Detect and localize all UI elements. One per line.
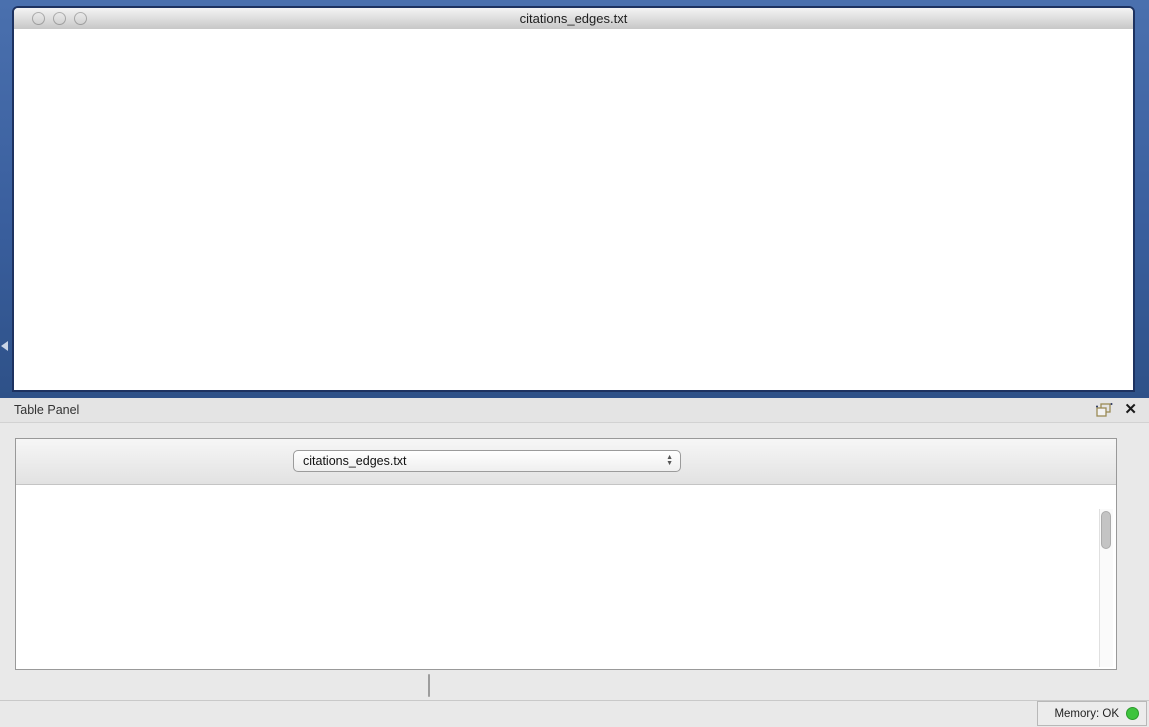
table-body [17,507,1097,668]
minimize-window-icon[interactable] [53,12,66,25]
table-scrollbar[interactable] [1099,509,1113,667]
table-panel: Table Panel ✕ citations_edges.txt ▲▼ Mem… [0,398,1149,727]
close-panel-icon[interactable]: ✕ [1124,400,1137,418]
table-toolbar: citations_edges.txt ▲▼ [16,439,1116,485]
zoom-window-icon[interactable] [74,12,87,25]
close-window-icon[interactable] [32,12,45,25]
scrollbar-thumb[interactable] [1101,511,1111,549]
dropdown-stepper-icon: ▲▼ [666,455,673,467]
memory-ok-icon [1126,707,1139,720]
network-canvas[interactable] [14,29,1133,390]
memory-status: Memory: OK [1037,701,1147,726]
table-select-dropdown[interactable]: citations_edges.txt ▲▼ [293,450,681,472]
cytoscape-desktop: citations_edges.txt [0,0,1149,398]
panel-collapse-arrow-icon[interactable] [1,341,8,351]
statusbar-divider [0,700,1149,701]
table-panel-header: Table Panel ✕ [0,398,1149,423]
window-titlebar[interactable]: citations_edges.txt [14,8,1133,30]
window-title: citations_edges.txt [14,8,1133,29]
table-tabbar [428,674,430,697]
network-window[interactable]: citations_edges.txt [12,6,1135,392]
table-panel-title: Table Panel [14,403,79,417]
memory-status-label: Memory: OK [1054,708,1119,720]
node-table-box: citations_edges.txt ▲▼ [15,438,1117,670]
float-panel-icon[interactable] [1095,402,1113,418]
table-select-value: citations_edges.txt [303,454,407,468]
